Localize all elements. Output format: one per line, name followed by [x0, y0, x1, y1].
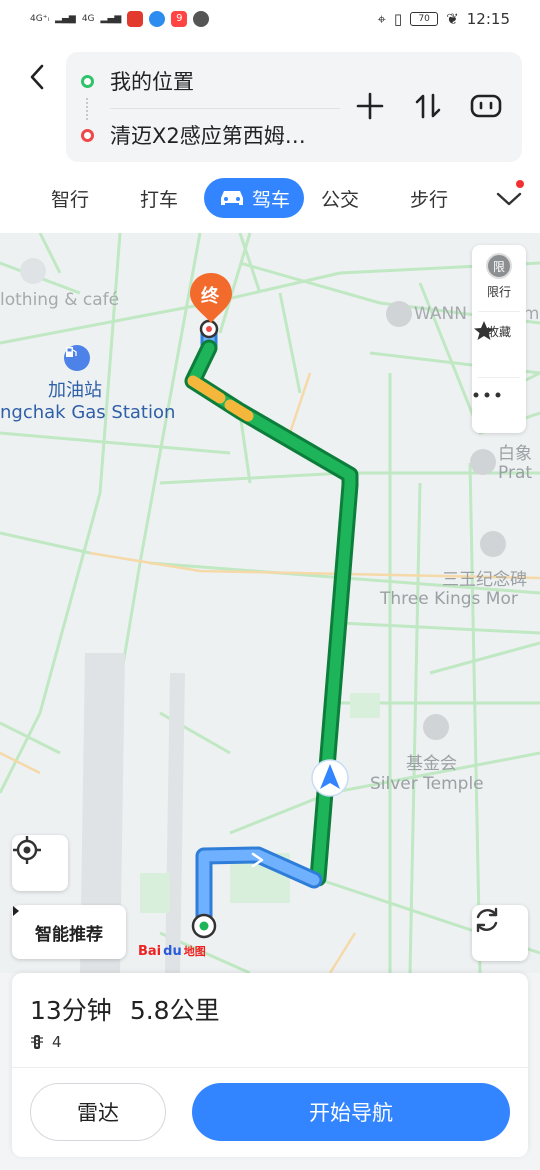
- poi-three-kings-cn[interactable]: 三王纪念碑: [442, 565, 527, 590]
- logo-du: du: [163, 943, 182, 959]
- divider: [478, 377, 520, 378]
- poi-silver-temple-cn[interactable]: 基金会: [406, 749, 457, 774]
- poi-gas-station-en[interactable]: ngchak Gas Station: [0, 402, 175, 423]
- swap-route-button[interactable]: [410, 88, 446, 124]
- locate-icon: [13, 836, 41, 864]
- traffic-lights-info: 4: [30, 1033, 62, 1051]
- more-dots-icon: [473, 392, 501, 398]
- traffic-light-count: 4: [52, 1033, 62, 1051]
- tab-walk[interactable]: 步行: [407, 178, 451, 218]
- tab-drive[interactable]: 驾车: [204, 178, 304, 218]
- refresh-route-button[interactable]: [472, 905, 528, 961]
- status-bar: 4G⁺ᵢ ▂▄▆ 4G ▂▄▆ 9 ⌖ ▯ 70 ❦ 12:15: [0, 0, 540, 38]
- smart-recommend-label: 智能推荐: [35, 924, 103, 945]
- poi-baixiang-en[interactable]: Prat: [498, 463, 532, 483]
- chevron-down-icon: [496, 192, 522, 206]
- tab-smart[interactable]: 智行: [48, 178, 92, 218]
- start-marker: [191, 913, 217, 939]
- logo-bai: Bai: [138, 943, 162, 959]
- start-point-field[interactable]: 我的位置: [66, 54, 356, 108]
- battery-icon: 70: [410, 12, 439, 26]
- swap-icon: [415, 93, 441, 119]
- divider: [478, 311, 520, 312]
- destination-marker-label: 终: [201, 286, 219, 307]
- baidu-map-logo: Bai du 地图: [138, 943, 206, 959]
- status-left: 4G⁺ᵢ ▂▄▆ 4G ▂▄▆ 9: [30, 11, 210, 27]
- assistant-icon: [470, 94, 502, 118]
- tab-transit[interactable]: 公交: [318, 178, 362, 218]
- car-icon: [221, 191, 243, 205]
- poi-three-kings-en[interactable]: Three Kings Mor: [380, 589, 518, 609]
- notification-dot: [516, 180, 524, 188]
- network-indicator-2: 4G: [81, 14, 95, 24]
- restriction-icon: 限: [486, 253, 512, 279]
- app-badge-icon: 9: [171, 11, 188, 27]
- favorite-button[interactable]: 收藏: [472, 319, 526, 340]
- route-distance: 5.8公里: [129, 996, 220, 1025]
- transport-mode-tabs: 智行 打车 驾车 公交 步行: [0, 178, 540, 222]
- network-indicator-1: 4G⁺ᵢ: [30, 14, 50, 24]
- divider: [12, 1067, 528, 1068]
- logo-map: 地图: [183, 945, 206, 958]
- end-dot-icon: [81, 129, 94, 142]
- navigation-arrow-icon: [311, 759, 349, 797]
- temple-poi-icon: [470, 449, 496, 475]
- poi-icon: [386, 301, 412, 327]
- route-summary-card[interactable]: 13分钟 5.8公里 4 雷达 开始导航: [12, 973, 528, 1157]
- star-icon: [474, 321, 494, 340]
- route-duration: 13分钟: [30, 996, 112, 1025]
- poi-silver-temple-en[interactable]: Silver Temple: [370, 774, 484, 794]
- monument-poi-icon: [480, 531, 506, 557]
- app-notification-icon: [149, 11, 166, 27]
- temple-poi-icon: [423, 714, 449, 740]
- back-button[interactable]: [22, 62, 52, 92]
- locate-me-button[interactable]: [12, 835, 68, 891]
- start-dot-icon: [81, 75, 94, 88]
- smart-recommend-button[interactable]: 智能推荐: [12, 905, 126, 959]
- traffic-light-icon: [31, 1035, 43, 1049]
- signal-icon: ▂▄▆: [55, 14, 76, 24]
- end-point-field[interactable]: 清迈X2感应第西姆…: [66, 108, 356, 162]
- map-view[interactable]: 终 lothing & café 加油站 ngchak Gas Station …: [0, 233, 540, 973]
- app-notification-icon: [127, 11, 144, 27]
- store-poi-icon: [20, 258, 46, 284]
- poi-baixiang-cn[interactable]: 白象: [498, 439, 532, 464]
- end-ring-dot: [206, 326, 212, 332]
- add-waypoint-button[interactable]: [352, 88, 388, 124]
- fuel-icon: [66, 347, 77, 357]
- more-modes-button[interactable]: [492, 180, 526, 216]
- route-actions: [352, 88, 504, 124]
- route-input-box: 我的位置 清迈X2感应第西姆…: [66, 52, 522, 162]
- poi-wann[interactable]: WANN: [414, 304, 467, 324]
- route-summary: 13分钟 5.8公里: [30, 991, 220, 1027]
- start-navigation-button[interactable]: 开始导航: [192, 1083, 510, 1141]
- gas-station-icon: [64, 345, 90, 371]
- plus-icon: [356, 92, 384, 120]
- refresh-icon: [476, 907, 498, 933]
- poi-clothing-cafe[interactable]: lothing & café: [0, 290, 119, 310]
- tab-drive-label: 驾车: [252, 188, 291, 211]
- location-icon: ⌖: [377, 10, 386, 28]
- map-side-panel: 限 限行 收藏: [472, 245, 526, 433]
- triangle-right-icon: [13, 906, 19, 916]
- poi-gas-station-cn[interactable]: 加油站: [48, 376, 102, 402]
- signal-icon: ▂▄▆: [100, 14, 122, 24]
- back-arrow-icon: [30, 64, 44, 90]
- traffic-restriction-button[interactable]: 限 限行: [472, 253, 526, 300]
- route-header: 我的位置 清迈X2感应第西姆… 智行 打车 驾车 公交 步行: [0, 38, 540, 233]
- tab-taxi[interactable]: 打车: [137, 178, 181, 218]
- clock: 12:15: [466, 10, 510, 28]
- start-point-text: 我的位置: [110, 70, 194, 94]
- leaf-icon: ❦: [446, 10, 459, 28]
- message-icon: [193, 11, 210, 27]
- route-line: [184, 320, 359, 927]
- assistant-button[interactable]: [468, 88, 504, 124]
- end-point-text: 清迈X2感应第西姆…: [110, 124, 306, 148]
- restriction-label: 限行: [486, 285, 511, 299]
- status-right: ⌖ ▯ 70 ❦ 12:15: [377, 10, 510, 28]
- more-options-button[interactable]: [472, 391, 526, 421]
- radar-button[interactable]: 雷达: [30, 1083, 166, 1141]
- vibrate-icon: ▯: [393, 10, 403, 28]
